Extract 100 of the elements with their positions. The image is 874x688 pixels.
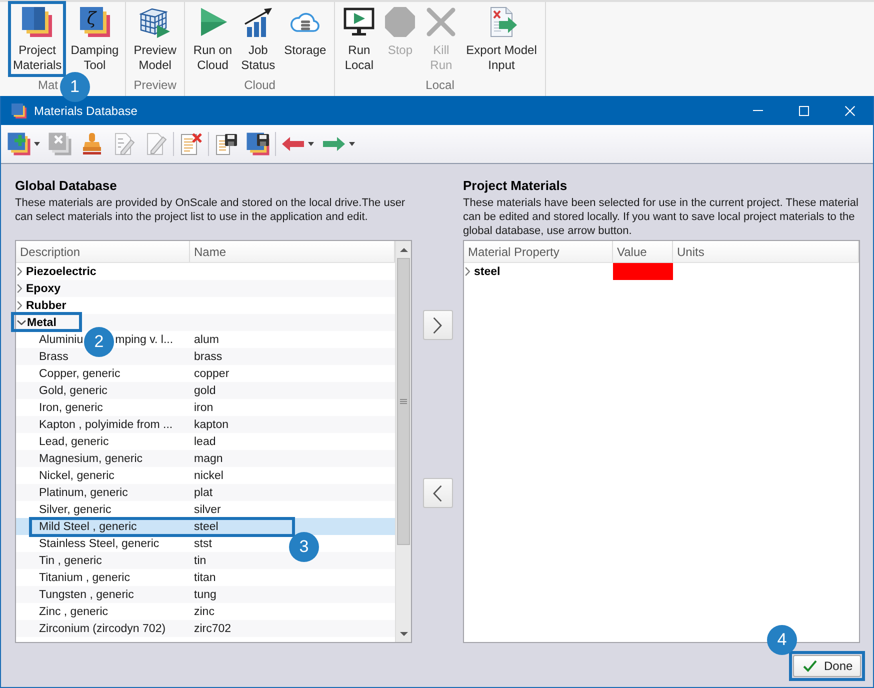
table-cell: brass [194,350,222,362]
grip-icon [400,399,407,404]
chevron-left-icon [433,484,442,502]
table-cell: iron [194,402,214,414]
category-label: Metal [27,316,56,328]
table-cell: silver [194,504,221,516]
ribbon-button[interactable]: ζ Damping Tool [66,2,123,73]
material-name: steel [474,266,500,278]
chevron-right-icon [433,316,442,334]
table-row[interactable]: Platinum, generic plat [16,484,395,501]
table-cell: copper [194,368,230,380]
group-label: Local [426,78,454,93]
step-number-badge: 1 [60,72,90,102]
table-row[interactable]: Tin , generic tin [16,552,395,569]
column-header[interactable]: Description [16,241,190,262]
ribbon-button[interactable]: Preview Model [130,2,180,73]
ribbon-button[interactable]: Run Local [339,2,380,73]
table-cell: stst [194,538,212,550]
done-button[interactable]: Done [793,655,861,677]
table-cell: Iron, generic [39,402,103,414]
table-cell: Magnesium, generic [39,452,143,464]
ribbon-button[interactable]: Storage [280,2,330,58]
save-to-global-button[interactable] [422,478,452,508]
category-label: Epoxy [26,282,61,294]
x-icon [425,6,458,38]
table-cell: Brass [39,350,68,362]
checkmark-icon [803,660,817,672]
table-cell: tin [194,554,206,566]
section-heading: Project Materials [463,178,568,194]
scrollbar[interactable] [395,241,411,642]
group-label: Cloud [244,78,276,93]
column-header[interactable]: Material Property [464,241,613,262]
stamp-icon[interactable] [80,132,104,156]
table-cell: kapton [194,418,229,430]
caret-icon[interactable] [349,142,355,146]
table-cell: tung [194,588,216,600]
table-cell: Zirconium (zircodyn 702) [39,622,166,634]
table-cell: Silver, generic [39,504,112,516]
chevron-right-icon[interactable] [17,267,22,276]
scroll-up-icon[interactable] [400,248,408,252]
table-cell: lead [194,436,216,448]
document-x-icon[interactable] [179,132,203,156]
caret-icon[interactable] [34,142,40,146]
table-cell: zinc [194,606,214,618]
table-cell: Copper, generic [39,368,120,380]
table-row[interactable]: Metal [16,314,395,331]
ribbon-button[interactable]: Job Status [237,2,280,73]
chevron-right-icon[interactable] [465,267,470,276]
table-cell: magn [194,452,223,464]
section-heading: Global Database [15,178,118,194]
table-cell: gold [194,384,216,396]
table-cell: alum [194,334,219,346]
ribbon-button[interactable]: Run on Cloud [189,2,236,73]
ribbon-button[interactable]: Export Model Input [462,2,541,73]
grid-cube-icon [139,6,172,38]
table-row[interactable]: Gold, generic gold [16,382,395,399]
layered-tiles-icon [21,6,54,38]
add-to-project-button[interactable] [422,310,452,340]
add-icon[interactable] [7,132,31,156]
close-icon[interactable] [845,106,855,116]
save-layers-icon[interactable] [246,132,270,156]
ribbon-button[interactable]: Project Materials [9,2,66,73]
table-cell: Tungsten , generic [39,588,134,600]
column-header[interactable]: Units [673,241,859,262]
octagon-icon [384,6,416,38]
chevron-right-icon[interactable] [17,301,22,310]
table-row[interactable]: Zirconium (zircodyn 702) zirc702 [16,620,395,637]
category-label: Rubber [26,300,66,312]
scrollbar-thumb[interactable] [397,258,410,545]
app-icon [11,102,27,118]
table-row[interactable]: Kapton , polyimide from ... kapton [16,416,395,433]
category-label: Piezoelectric [26,266,96,278]
table-cell: Mild Steel , generic [39,520,137,532]
caret-icon[interactable] [308,142,314,146]
maximize-icon[interactable] [799,106,809,116]
chevron-right-icon[interactable] [17,284,22,293]
bar-chart-icon [242,6,274,38]
column-header[interactable]: Value [613,241,673,262]
table-cell: Kapton , polyimide from ... [39,418,173,430]
chevron-down-icon[interactable] [17,320,26,325]
table-row[interactable]: Magnesium, generic magn [16,450,395,467]
table-row[interactable]: Tungsten , generic tung [16,586,395,603]
table-cell: nickel [194,470,224,482]
window-title: Materials Database [34,104,138,118]
monitor-play-icon [343,6,376,38]
material-description: mping v. l... [115,334,174,346]
table-cell: Tin , generic [39,554,102,566]
table-row[interactable]: Epoxy [16,280,395,297]
table-cell: steel [194,520,218,532]
table-row[interactable]: Brass brass [16,348,395,365]
table-cell: zirc702 [194,622,232,634]
section-description: These materials are provided by OnScale and stored on the local drive.The user can select materials into the project list to use in the application and edit. [15,196,406,224]
table-cell: Stainless Steel, generic [39,538,160,550]
save-document-icon[interactable] [214,132,238,156]
table-cell: titan [194,572,216,584]
scroll-down-icon[interactable] [400,632,408,636]
highlight-frame [11,312,82,332]
material-description: Aluminiu [39,334,84,346]
table-cell: Nickel, generic [39,470,114,482]
table-cell: Gold, generic [39,384,108,396]
